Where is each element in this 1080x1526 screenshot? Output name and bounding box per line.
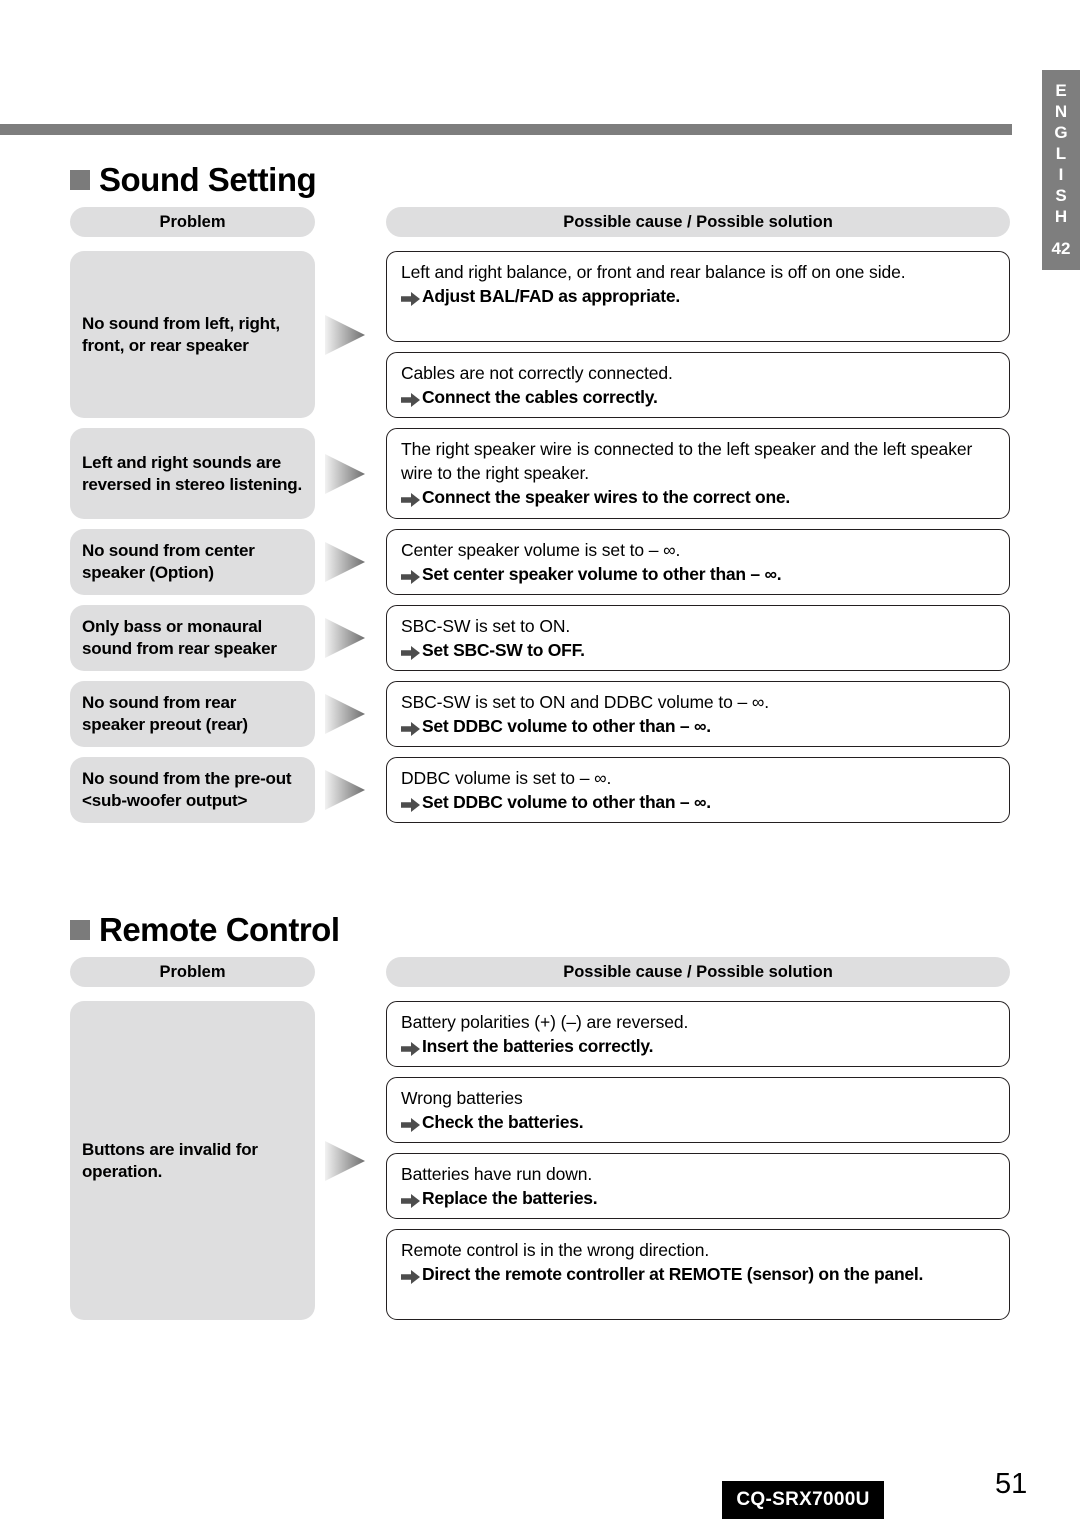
solution-fix-row: Set center speaker volume to other than … <box>401 562 995 587</box>
solution-cause-text: SBC-SW is set to ON. <box>401 616 571 636</box>
manual-page: E N G L I S H 42 Sound Setting Problem Pos… <box>0 0 1080 1526</box>
solution-fix-text: Insert the batteries correctly. <box>422 1036 654 1056</box>
solution-box: SBC-SW is set to ON. Set SBC-SW to OFF. <box>386 605 1010 671</box>
section-title: Remote Control <box>99 911 340 948</box>
solution-box: SBC-SW is set to ON and DDBC volume to –… <box>386 681 1010 747</box>
solution-fix-row: Set SBC-SW to OFF. <box>401 638 995 663</box>
inline-arrow-icon <box>401 1114 420 1133</box>
solution-box: Center speaker volume is set to – ∞. Set … <box>386 529 1010 595</box>
row-arrow-icon <box>325 1139 371 1183</box>
solution-cause-text: Wrong batteries <box>401 1088 523 1108</box>
solution-fix-text: Connect the cables correctly. <box>422 387 658 407</box>
solution-cause-text: DDBC volume is set to – ∞. <box>401 768 612 788</box>
problem-label: No sound from rear speaker preout (rear) <box>82 693 248 734</box>
solution-box: Remote control is in the wrong direction… <box>386 1229 1010 1320</box>
solution-fix-text: Set DDBC volume to other than – ∞. <box>422 716 711 736</box>
solution-box: Battery polarities (+) (–) are reversed.… <box>386 1001 1010 1067</box>
column-header-cause: Possible cause / Possible solution <box>386 957 1010 987</box>
solution-fix-text: Set SBC-SW to OFF. <box>422 640 585 660</box>
section-title: Sound Setting <box>99 161 317 198</box>
solution-cause-text: SBC-SW is set to ON and DDBC volume to –… <box>401 692 770 712</box>
problem-cell: No sound from rear speaker preout (rear) <box>70 681 315 747</box>
inline-arrow-icon <box>401 566 420 585</box>
solution-box: The right speaker wire is connected to t… <box>386 428 1010 519</box>
inline-arrow-icon <box>401 1190 420 1209</box>
language-tab-letter: N <box>1054 102 1068 121</box>
solution-fix-row: Connect the cables correctly. <box>401 385 995 410</box>
row-arrow-icon <box>325 768 371 812</box>
column-header-problem: Problem <box>70 957 315 987</box>
solution-fix-text: Set DDBC volume to other than – ∞. <box>422 792 711 812</box>
language-tab: E N G L I S H 42 <box>1042 70 1080 270</box>
solution-cause-text: Cables are not correctly connected. <box>401 363 673 383</box>
problem-cell: No sound from left, right, front, or rea… <box>70 251 315 418</box>
problem-label: No sound from left, right, front, or rea… <box>82 313 280 355</box>
language-tab-letter: E <box>1055 81 1067 100</box>
solution-fix-text: Direct the remote controller at REMOTE (… <box>422 1264 924 1284</box>
row-arrow-icon <box>325 540 371 584</box>
solution-fix-text: Check the batteries. <box>422 1112 584 1132</box>
section-heading: Remote Control <box>70 913 340 946</box>
problem-label: No sound from the pre-out <sub-woofer ou… <box>82 769 292 810</box>
problem-label: Buttons are invalid for operation. <box>82 1139 258 1181</box>
language-tab-letter: I <box>1058 165 1064 184</box>
solution-cause-text: The right speaker wire is connected to t… <box>401 439 973 483</box>
solution-fix-text: Replace the batteries. <box>422 1188 598 1208</box>
language-tab-letter: G <box>1054 123 1068 142</box>
language-tab-number: 42 <box>1051 239 1071 258</box>
inline-arrow-icon <box>401 642 420 661</box>
solution-fix-row: Direct the remote controller at REMOTE (… <box>401 1262 995 1287</box>
inline-arrow-icon <box>401 718 420 737</box>
solution-fix-text: Adjust BAL/FAD as appropriate. <box>422 286 680 306</box>
row-arrow-icon <box>325 616 371 660</box>
row-arrow-icon <box>325 313 371 357</box>
inline-arrow-icon <box>401 288 420 307</box>
problem-cell: Only bass or monaural sound from rear sp… <box>70 605 315 671</box>
solution-fix-text: Connect the speaker wires to the correct… <box>422 487 791 507</box>
solution-cause-text: Left and right balance, or front and rea… <box>401 262 906 282</box>
problem-cell: Buttons are invalid for operation. <box>70 1001 315 1320</box>
solution-cause-text: Battery polarities (+) (–) are reversed. <box>401 1012 689 1032</box>
problem-cell: No sound from the pre-out <sub-woofer ou… <box>70 757 315 823</box>
solution-fix-row: Set DDBC volume to other than – ∞. <box>401 790 995 815</box>
solution-fix-row: Check the batteries. <box>401 1110 995 1135</box>
solution-fix-row: Replace the batteries. <box>401 1186 995 1211</box>
solution-fix-row: Adjust BAL/FAD as appropriate. <box>401 284 995 309</box>
inline-arrow-icon <box>401 794 420 813</box>
row-arrow-icon <box>325 452 371 496</box>
solution-box: Left and right balance, or front and rea… <box>386 251 1010 342</box>
row-arrow-icon <box>325 692 371 736</box>
solution-cause-text: Batteries have run down. <box>401 1164 593 1184</box>
solution-fix-text: Set center speaker volume to other than … <box>422 564 782 584</box>
solution-cause-text: Remote control is in the wrong direction… <box>401 1240 710 1260</box>
inline-arrow-icon <box>401 1038 420 1057</box>
problem-cell: No sound from center speaker (Option) <box>70 529 315 595</box>
problem-cell: Left and right sounds are reversed in st… <box>70 428 315 519</box>
solution-fix-row: Set DDBC volume to other than – ∞. <box>401 714 995 739</box>
solution-box: Batteries have run down. Replace the batt… <box>386 1153 1010 1219</box>
solution-box: Wrong batteries Check the batteries. <box>386 1077 1010 1143</box>
section-heading: Sound Setting <box>70 161 317 198</box>
column-header-cause: Possible cause / Possible solution <box>386 207 1010 237</box>
language-tab-letter: H <box>1054 207 1068 226</box>
inline-arrow-icon <box>401 489 420 508</box>
solution-fix-row: Connect the speaker wires to the correct… <box>401 485 995 510</box>
language-tab-letter: S <box>1055 186 1067 205</box>
solution-cause-text: Center speaker volume is set to – ∞. <box>401 540 681 560</box>
problem-label: Left and right sounds are reversed in st… <box>82 452 303 494</box>
heading-bullet-icon <box>70 169 90 190</box>
inline-arrow-icon <box>401 389 420 408</box>
column-header-problem: Problem <box>70 207 315 237</box>
problem-label: Only bass or monaural sound from rear sp… <box>82 617 277 658</box>
header-rule <box>0 124 1012 135</box>
problem-label: No sound from center speaker (Option) <box>82 541 255 582</box>
heading-bullet-icon <box>70 919 90 940</box>
model-badge: CQ-SRX7000U <box>722 1481 884 1519</box>
page-number: 51 <box>995 1468 1028 1500</box>
language-tab-letter: L <box>1055 144 1067 163</box>
solution-box: Cables are not correctly connected. Conne… <box>386 352 1010 418</box>
solution-fix-row: Insert the batteries correctly. <box>401 1034 995 1059</box>
inline-arrow-icon <box>401 1266 420 1285</box>
solution-box: DDBC volume is set to – ∞. Set DDBC volum… <box>386 757 1010 823</box>
